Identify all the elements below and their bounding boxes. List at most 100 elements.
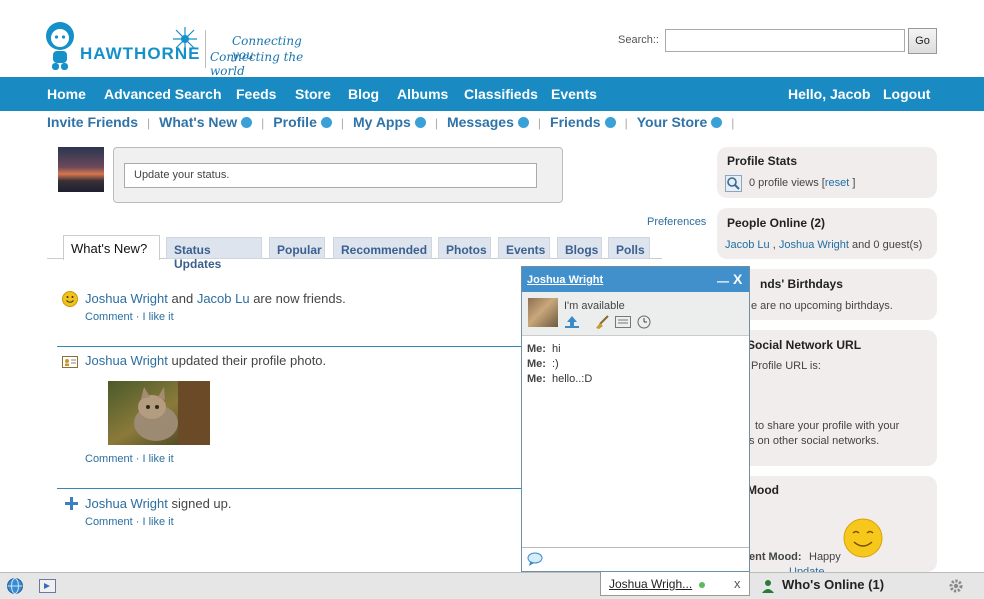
feed-text-tail: updated their profile photo. xyxy=(171,353,327,368)
status-box: Update your status. xyxy=(113,147,563,203)
broom-icon[interactable] xyxy=(594,315,610,329)
tab-events[interactable]: Events xyxy=(498,237,550,259)
chat-message: Me: hi xyxy=(527,343,561,355)
greeting[interactable]: Hello, Jacob xyxy=(788,86,870,102)
feed-text: Joshua Wright and Jacob Lu are now frien… xyxy=(85,291,346,306)
profile-views: 0 profile views [reset ] xyxy=(749,177,855,189)
logout-link[interactable]: Logout xyxy=(883,86,930,102)
nav-advanced-search[interactable]: Advanced Search xyxy=(104,86,222,102)
social-url-panel: Social Network URL Profile URL is: to sh… xyxy=(717,330,937,466)
feed-user-link[interactable]: Joshua Wright xyxy=(85,353,168,368)
bottom-bar: Joshua Wrigh... x Who's Online (1) xyxy=(0,572,984,599)
chat-message-sender: Me: xyxy=(527,358,546,370)
feed-user-link[interactable]: Jacob Lu xyxy=(197,291,250,306)
chat-tab-name[interactable]: Joshua Wrigh... xyxy=(609,577,692,591)
nav-store[interactable]: Store xyxy=(295,86,331,102)
chat-message-text: hello..:D xyxy=(551,373,593,385)
cat-photo[interactable] xyxy=(108,381,210,445)
mascot-icon xyxy=(46,22,74,70)
subnav-separator: | xyxy=(261,116,265,130)
close-icon[interactable]: X xyxy=(733,271,742,287)
panel-title: People Online (2) xyxy=(727,216,826,230)
history-icon[interactable] xyxy=(615,315,631,329)
profile-views-count: 0 profile views [ xyxy=(749,177,825,189)
subnav-separator: | xyxy=(340,116,344,130)
feed-item: Joshua Wright and Jacob Lu are now frien… xyxy=(62,291,522,331)
nav-events[interactable]: Events xyxy=(551,86,597,102)
panel-title: Profile Stats xyxy=(727,154,798,168)
nav-albums[interactable]: Albums xyxy=(397,86,448,102)
subnav-invite-friends[interactable]: Invite Friends xyxy=(47,114,138,130)
plus-icon xyxy=(65,497,78,510)
chat-tab[interactable]: Joshua Wrigh... x xyxy=(600,572,750,596)
globe-icon[interactable] xyxy=(7,578,23,594)
sub-nav: Invite Friends | What's New | Profile | My App… xyxy=(47,114,743,132)
profile-card-icon xyxy=(62,356,78,368)
tab-polls[interactable]: Polls xyxy=(608,237,650,259)
chat-input[interactable] xyxy=(522,547,749,571)
chat-message: Me: hello..:D xyxy=(527,373,592,385)
preferences-link[interactable]: Preferences xyxy=(647,216,706,228)
tagline-line-2: Connecting the world xyxy=(210,50,304,78)
feed-text: Joshua Wright updated their profile phot… xyxy=(85,353,326,368)
feed-user-link[interactable]: Joshua Wright xyxy=(85,496,168,511)
logo[interactable]: HAWTHORNE Connecting you Connecting the … xyxy=(44,22,324,78)
online-user-link[interactable]: Jacob Lu xyxy=(725,239,770,251)
search-label: Search:: xyxy=(618,34,659,46)
chevron-down-icon[interactable] xyxy=(414,117,426,128)
nav-home[interactable]: Home xyxy=(47,86,86,102)
chevron-down-icon[interactable] xyxy=(711,117,723,128)
whos-online-button[interactable]: Who's Online (1) xyxy=(782,577,884,592)
chat-message: Me::) xyxy=(527,358,559,370)
online-user-link[interactable]: Joshua Wright xyxy=(779,239,849,251)
chat-message-text: hi xyxy=(551,343,561,355)
chat-header[interactable]: Joshua Wright — X xyxy=(522,267,749,292)
upload-icon[interactable] xyxy=(564,315,580,329)
tab-whats-new[interactable]: What's New? xyxy=(63,235,160,260)
subnav-your-store[interactable]: Your Store xyxy=(637,114,708,130)
gear-icon[interactable] xyxy=(948,578,964,594)
tab-recommended[interactable]: Recommended xyxy=(333,237,432,259)
panel-title: nds' Birthdays xyxy=(760,277,843,291)
birthdays-text: e are no upcoming birthdays. xyxy=(751,300,893,312)
subnav-profile[interactable]: Profile xyxy=(273,114,317,130)
feed-text: Joshua Wright signed up. xyxy=(85,496,231,511)
nav-classifieds[interactable]: Classifieds xyxy=(464,86,538,102)
go-button[interactable]: Go xyxy=(908,28,937,54)
subnav-my-apps[interactable]: My Apps xyxy=(353,114,411,130)
chevron-down-icon[interactable] xyxy=(604,117,616,128)
feed-divider xyxy=(57,488,522,489)
subnav-whats-new[interactable]: What's New xyxy=(159,114,237,130)
subnav-separator: | xyxy=(624,116,628,130)
feed-actions[interactable]: Comment · I like it xyxy=(85,311,174,323)
reset-link[interactable]: reset xyxy=(825,177,849,189)
subnav-messages[interactable]: Messages xyxy=(447,114,514,130)
tab-photos[interactable]: Photos xyxy=(438,237,491,259)
clock-icon[interactable] xyxy=(636,315,652,329)
online-status-dot xyxy=(699,582,705,588)
chevron-down-icon[interactable] xyxy=(320,117,332,128)
status-input[interactable]: Update your status. xyxy=(124,163,537,188)
happy-face-icon xyxy=(843,518,883,558)
subnav-friends[interactable]: Friends xyxy=(550,114,601,130)
minimize-icon[interactable]: — xyxy=(717,274,729,288)
chat-contact-name[interactable]: Joshua Wright xyxy=(527,274,603,286)
tab-status-updates[interactable]: Status Updates xyxy=(166,237,262,271)
avatar[interactable] xyxy=(58,147,104,192)
panel-title: Social Network URL xyxy=(747,338,862,352)
feed-user-link[interactable]: Joshua Wright xyxy=(85,291,168,306)
nav-feeds[interactable]: Feeds xyxy=(236,86,276,102)
search-input[interactable] xyxy=(665,29,905,52)
feed-actions[interactable]: Comment · I like it xyxy=(85,453,174,465)
close-icon[interactable]: x xyxy=(734,576,741,591)
chevron-down-icon[interactable] xyxy=(241,117,253,128)
window-switch-icon[interactable] xyxy=(39,579,56,593)
feed-actions[interactable]: Comment · I like it xyxy=(85,516,174,528)
chevron-down-icon[interactable] xyxy=(517,117,529,128)
tab-blogs[interactable]: Blogs xyxy=(557,237,602,259)
social-url-text: s on other social networks. xyxy=(749,435,880,447)
subnav-separator: | xyxy=(731,116,735,130)
nav-blog[interactable]: Blog xyxy=(348,86,379,102)
tab-popular[interactable]: Popular xyxy=(269,237,325,259)
mood-value: Happy xyxy=(809,551,841,563)
